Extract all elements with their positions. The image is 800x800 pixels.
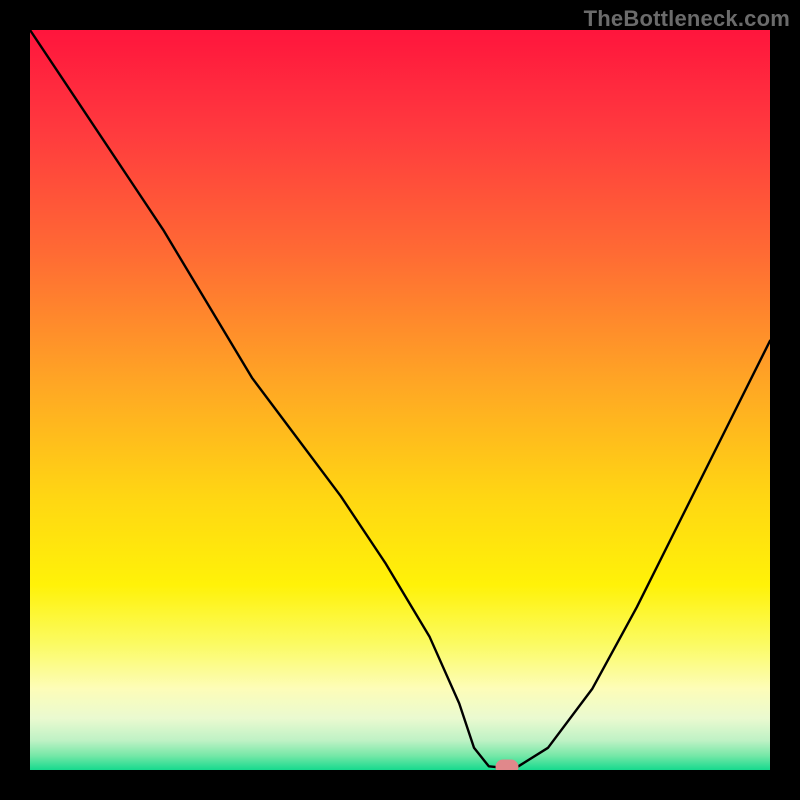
optimum-marker	[496, 760, 519, 770]
plot-area	[30, 30, 770, 770]
watermark-text: TheBottleneck.com	[584, 6, 790, 32]
bottleneck-curve	[30, 30, 770, 770]
chart-frame: TheBottleneck.com	[0, 0, 800, 800]
